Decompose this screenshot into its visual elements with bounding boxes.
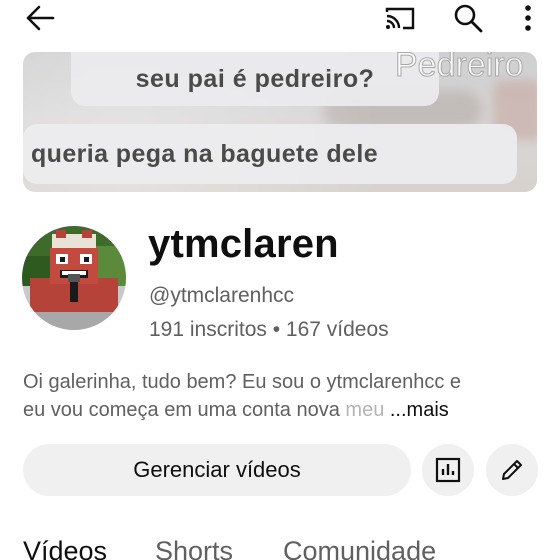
more-options-button[interactable] bbox=[512, 2, 544, 34]
tab-community[interactable]: Comunidade bbox=[283, 536, 436, 560]
description-more-link[interactable]: ...mais bbox=[390, 399, 449, 421]
description-faded-text: meu bbox=[345, 399, 385, 421]
more-vertical-icon bbox=[525, 5, 531, 31]
tab-videos[interactable]: Vídeos bbox=[23, 536, 107, 560]
channel-name: ytmclaren bbox=[148, 222, 339, 266]
channel-handle: @ytmclarenhcc bbox=[149, 284, 295, 307]
description-line-2: eu vou começa em uma conta nova meu ...m… bbox=[23, 396, 543, 424]
top-app-bar bbox=[0, 0, 560, 40]
channel-avatar[interactable] bbox=[22, 226, 126, 330]
edit-channel-button[interactable] bbox=[486, 444, 538, 496]
channel-description[interactable]: Oi galerinha, tudo bem? Eu sou o ytmclar… bbox=[23, 368, 543, 424]
banner-watermark: Pedreiro bbox=[395, 52, 525, 85]
manage-videos-button[interactable]: Gerenciar vídeos bbox=[23, 444, 411, 496]
tab-shorts[interactable]: Shorts bbox=[155, 536, 233, 560]
analytics-icon bbox=[435, 457, 461, 483]
pencil-icon bbox=[502, 460, 522, 480]
search-button[interactable] bbox=[448, 2, 488, 34]
channel-stats: 191 inscritos • 167 vídeos bbox=[149, 318, 389, 341]
search-icon bbox=[454, 4, 483, 33]
analytics-button[interactable] bbox=[422, 444, 474, 496]
cast-button[interactable] bbox=[380, 2, 420, 34]
description-text: eu vou começa em uma conta nova bbox=[23, 399, 346, 421]
avatar-image bbox=[22, 226, 126, 330]
arrow-left-icon bbox=[26, 5, 55, 31]
channel-banner[interactable]: seu pai é pedreiro? Pedreiro queria pega… bbox=[23, 52, 537, 192]
channel-tabs: Vídeos Shorts Comunidade bbox=[0, 532, 560, 560]
description-line-1: Oi galerinha, tudo bem? Eu sou o ytmclar… bbox=[23, 371, 462, 393]
banner-caption-top: seu pai é pedreiro? bbox=[71, 52, 439, 106]
back-button[interactable] bbox=[22, 2, 58, 34]
banner-caption-bottom: queria pega na baguete dele bbox=[23, 124, 517, 184]
cast-icon bbox=[385, 7, 415, 30]
